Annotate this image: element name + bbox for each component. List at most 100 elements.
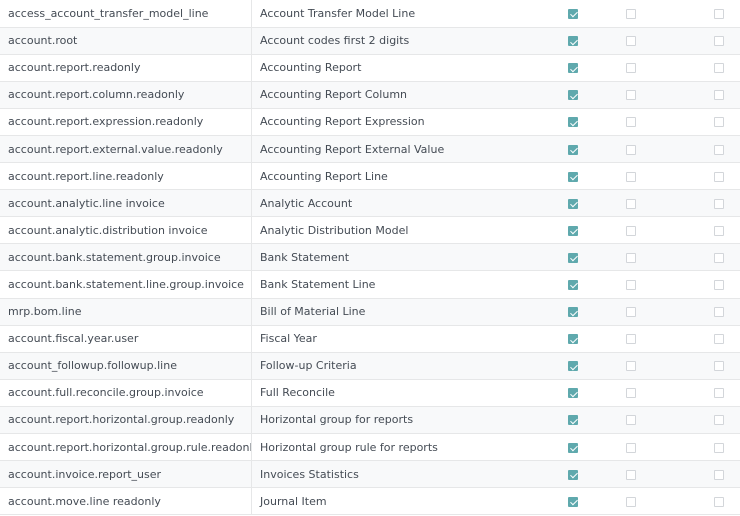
table-row[interactable]: account.report.column.readonly Accounting…	[0, 81, 740, 109]
access-name-cell[interactable]: account.analytic.distribution invoice	[0, 216, 252, 245]
create-access-checkbox[interactable]	[714, 117, 724, 128]
access-name-cell[interactable]: account.report.horizontal.group.rule.rea…	[0, 433, 252, 462]
model-cell[interactable]: Account Transfer Model Line	[251, 0, 534, 28]
access-name-cell[interactable]: mrp.bom.line	[0, 298, 252, 326]
write-access-checkbox[interactable]	[626, 442, 636, 453]
access-name-cell[interactable]: account.analytic.line invoice	[0, 189, 252, 218]
model-cell[interactable]: Account codes first 2 digits	[251, 27, 534, 55]
create-access-checkbox[interactable]	[714, 63, 724, 74]
create-access-checkbox[interactable]	[714, 442, 724, 453]
access-name-cell[interactable]: account.report.horizontal.group.readonly	[0, 406, 252, 435]
create-access-checkbox[interactable]	[714, 469, 724, 480]
table-row[interactable]: account.full.reconcile.group.invoice Full…	[0, 379, 740, 407]
model-cell[interactable]: Horizontal group for reports	[251, 406, 534, 435]
read-access-checkbox[interactable]	[568, 496, 578, 507]
read-access-checkbox[interactable]	[568, 388, 578, 399]
model-cell[interactable]: Fiscal Year	[251, 325, 534, 353]
table-row[interactable]: account.report.readonly Accounting Report	[0, 54, 740, 82]
table-row[interactable]: account.report.line.readonly Accounting R…	[0, 162, 740, 191]
table-row[interactable]: account.report.horizontal.group.readonly…	[0, 406, 740, 435]
access-name-cell[interactable]: account.invoice.report_user	[0, 460, 252, 489]
write-access-checkbox[interactable]	[626, 36, 636, 47]
write-access-checkbox[interactable]	[626, 117, 636, 128]
table-row[interactable]: account.report.horizontal.group.rule.rea…	[0, 433, 740, 462]
write-access-checkbox[interactable]	[626, 388, 636, 399]
table-row[interactable]: account.move.line readonly Journal Item	[0, 487, 740, 516]
table-row[interactable]: account.root Account codes first 2 digits	[0, 27, 740, 55]
table-row[interactable]: account.fiscal.year.user Fiscal Year	[0, 325, 740, 353]
create-access-checkbox[interactable]	[714, 307, 724, 318]
model-cell[interactable]: Bill of Material Line	[251, 298, 534, 326]
table-row[interactable]: account.bank.statement.line.group.invoic…	[0, 270, 740, 299]
create-access-checkbox[interactable]	[714, 171, 724, 182]
read-access-checkbox[interactable]	[568, 469, 578, 480]
create-access-checkbox[interactable]	[714, 198, 724, 209]
read-access-checkbox[interactable]	[568, 252, 578, 263]
write-access-checkbox[interactable]	[626, 361, 636, 372]
access-name-cell[interactable]: account.report.line.readonly	[0, 162, 252, 191]
create-access-checkbox[interactable]	[714, 388, 724, 399]
model-cell[interactable]: Accounting Report Column	[251, 81, 534, 109]
table-row[interactable]: account.analytic.distribution invoice Ana…	[0, 216, 740, 245]
create-access-checkbox[interactable]	[714, 361, 724, 372]
create-access-checkbox[interactable]	[714, 90, 724, 101]
access-name-cell[interactable]: account.fiscal.year.user	[0, 325, 252, 353]
access-name-cell[interactable]: account.report.external.value.readonly	[0, 135, 252, 164]
read-access-checkbox[interactable]	[568, 415, 578, 426]
table-row[interactable]: access_account_transfer_model_line Accoun…	[0, 0, 740, 28]
read-access-checkbox[interactable]	[568, 334, 578, 345]
table-row[interactable]: account.report.external.value.readonly Ac…	[0, 135, 740, 164]
table-row[interactable]: account.invoice.report_user Invoices Stat…	[0, 460, 740, 489]
read-access-checkbox[interactable]	[568, 144, 578, 155]
write-access-checkbox[interactable]	[626, 144, 636, 155]
write-access-checkbox[interactable]	[626, 415, 636, 426]
create-access-checkbox[interactable]	[714, 415, 724, 426]
access-name-cell[interactable]: account.bank.statement.line.group.invoic…	[0, 270, 252, 299]
write-access-checkbox[interactable]	[626, 8, 636, 19]
model-cell[interactable]: Follow-up Criteria	[251, 352, 534, 380]
model-cell[interactable]: Accounting Report Expression	[251, 108, 534, 136]
model-cell[interactable]: Horizontal group rule for reports	[251, 433, 534, 462]
write-access-checkbox[interactable]	[626, 171, 636, 182]
create-access-checkbox[interactable]	[714, 279, 724, 290]
table-row[interactable]: account_followup.followup.line Follow-up …	[0, 352, 740, 380]
table-row[interactable]: account.report.expression.readonly Accoun…	[0, 108, 740, 136]
write-access-checkbox[interactable]	[626, 307, 636, 318]
model-cell[interactable]: Analytic Distribution Model	[251, 216, 534, 245]
access-name-cell[interactable]: account.report.column.readonly	[0, 81, 252, 109]
access-name-cell[interactable]: account_followup.followup.line	[0, 352, 252, 380]
write-access-checkbox[interactable]	[626, 63, 636, 74]
model-cell[interactable]: Accounting Report Line	[251, 162, 534, 191]
create-access-checkbox[interactable]	[714, 144, 724, 155]
write-access-checkbox[interactable]	[626, 225, 636, 236]
read-access-checkbox[interactable]	[568, 442, 578, 453]
create-access-checkbox[interactable]	[714, 36, 724, 47]
read-access-checkbox[interactable]	[568, 8, 578, 19]
write-access-checkbox[interactable]	[626, 90, 636, 101]
read-access-checkbox[interactable]	[568, 171, 578, 182]
read-access-checkbox[interactable]	[568, 361, 578, 372]
read-access-checkbox[interactable]	[568, 90, 578, 101]
create-access-checkbox[interactable]	[714, 496, 724, 507]
model-cell[interactable]: Accounting Report	[251, 54, 534, 82]
access-name-cell[interactable]: account.root	[0, 27, 252, 55]
table-row[interactable]: mrp.bom.line Bill of Material Line	[0, 298, 740, 326]
model-cell[interactable]: Bank Statement Line	[251, 270, 534, 299]
write-access-checkbox[interactable]	[626, 469, 636, 480]
create-access-checkbox[interactable]	[714, 225, 724, 236]
read-access-checkbox[interactable]	[568, 198, 578, 209]
write-access-checkbox[interactable]	[626, 496, 636, 507]
model-cell[interactable]: Journal Item	[251, 487, 534, 516]
access-name-cell[interactable]: account.report.readonly	[0, 54, 252, 82]
create-access-checkbox[interactable]	[714, 334, 724, 345]
write-access-checkbox[interactable]	[626, 198, 636, 209]
access-name-cell[interactable]: account.full.reconcile.group.invoice	[0, 379, 252, 407]
write-access-checkbox[interactable]	[626, 252, 636, 263]
access-name-cell[interactable]: access_account_transfer_model_line	[0, 0, 252, 28]
model-cell[interactable]: Analytic Account	[251, 189, 534, 218]
access-name-cell[interactable]: account.move.line readonly	[0, 487, 252, 516]
model-cell[interactable]: Bank Statement	[251, 243, 534, 272]
access-name-cell[interactable]: account.report.expression.readonly	[0, 108, 252, 136]
model-cell[interactable]: Full Reconcile	[251, 379, 534, 407]
read-access-checkbox[interactable]	[568, 225, 578, 236]
